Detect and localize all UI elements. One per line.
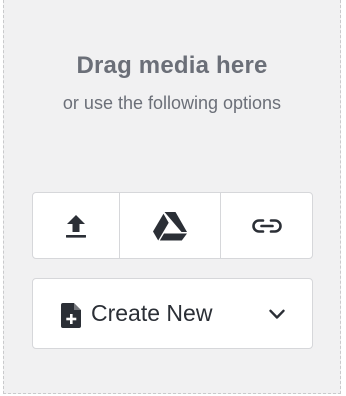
upload-button[interactable] (33, 193, 119, 258)
media-source-buttons (32, 192, 313, 259)
media-dropzone[interactable]: Drag media here or use the following opt… (3, 0, 341, 394)
link-button[interactable] (220, 193, 312, 258)
link-icon (251, 218, 282, 233)
file-plus-icon (61, 303, 81, 328)
dropzone-title: Drag media here (76, 52, 268, 79)
google-drive-icon (153, 211, 187, 240)
upload-icon (66, 214, 86, 238)
google-drive-button[interactable] (119, 193, 220, 258)
create-new-button[interactable]: Create New (32, 278, 313, 349)
chevron-down-icon[interactable] (269, 309, 285, 320)
dropzone-subtitle: or use the following options (62, 93, 282, 113)
create-new-label: Create New (91, 300, 213, 326)
